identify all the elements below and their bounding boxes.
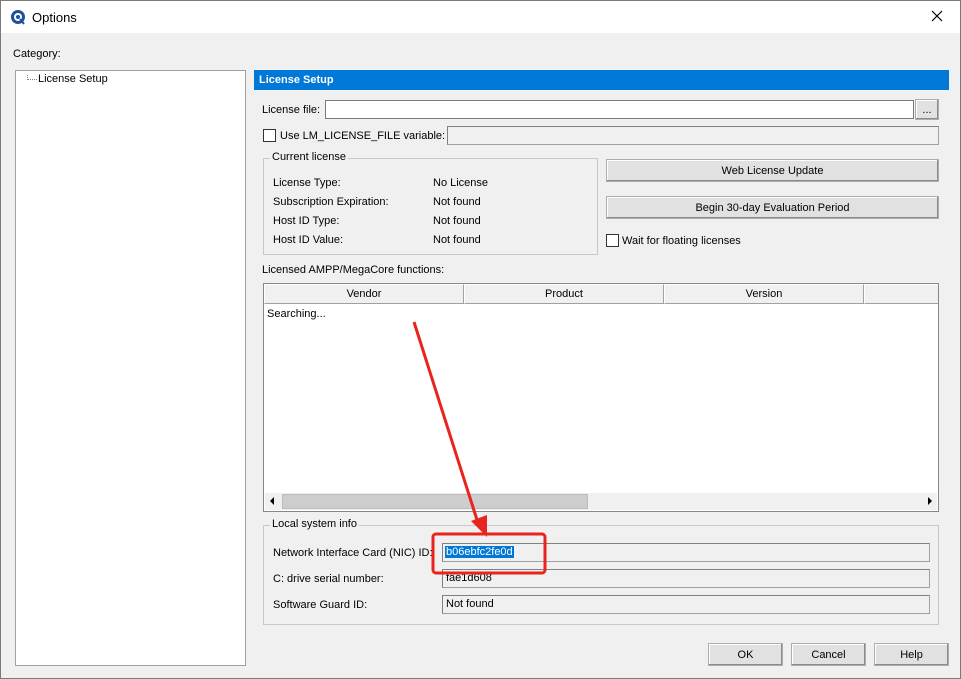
functions-list[interactable]: Vendor Product Version Searching... <box>263 283 939 512</box>
host-id-type-label: Host ID Type: <box>273 215 340 227</box>
panel-header: License Setup <box>254 70 949 90</box>
local-system-info-group: Local system info Network Interface Card… <box>263 518 939 625</box>
software-guard-field[interactable]: Not found <box>442 595 930 614</box>
drive-serial-label: C: drive serial number: <box>273 573 384 585</box>
use-lm-label: Use LM_LICENSE_FILE variable: <box>280 130 446 142</box>
license-setup-panel: License Setup License file: ... Use LM_L… <box>254 70 949 635</box>
software-guard-value: Not found <box>446 598 494 610</box>
tree-item-license-setup[interactable]: License Setup <box>38 73 108 85</box>
window-title: Options <box>32 10 77 25</box>
list-status-text: Searching... <box>267 308 326 320</box>
column-version[interactable]: Version <box>664 284 864 304</box>
wait-floating-checkbox[interactable] <box>606 234 619 247</box>
scroll-right-icon[interactable] <box>925 496 935 509</box>
begin-evaluation-button[interactable]: Begin 30-day Evaluation Period <box>606 196 939 219</box>
title-bar: Options <box>1 1 960 33</box>
quartus-icon <box>10 9 26 25</box>
close-icon <box>931 10 943 25</box>
browse-button[interactable]: ... <box>915 99 939 120</box>
license-file-input[interactable] <box>325 100 914 119</box>
license-type-value: No License <box>433 177 489 189</box>
subscription-expiration-label: Subscription Expiration: <box>273 196 389 208</box>
close-button[interactable] <box>914 1 960 33</box>
local-system-info-legend: Local system info <box>270 518 359 530</box>
functions-label: Licensed AMPP/MegaCore functions: <box>262 264 445 276</box>
column-vendor[interactable]: Vendor <box>264 284 464 304</box>
horizontal-scrollbar[interactable] <box>265 493 937 510</box>
host-id-value-value: Not found <box>433 234 481 246</box>
tree-connector <box>27 75 37 80</box>
license-type-label: License Type: <box>273 177 341 189</box>
nic-id-value: b06ebfc2fe0d <box>445 546 514 558</box>
subscription-expiration-value: Not found <box>433 196 481 208</box>
category-label: Category: <box>13 48 61 60</box>
software-guard-label: Software Guard ID: <box>273 599 368 611</box>
nic-id-label: Network Interface Card (NIC) ID: <box>273 547 433 559</box>
column-extra <box>864 284 938 304</box>
cancel-button[interactable]: Cancel <box>791 643 866 666</box>
lm-license-file-input[interactable] <box>447 126 939 145</box>
help-button[interactable]: Help <box>874 643 949 666</box>
category-tree[interactable]: License Setup <box>15 70 246 666</box>
use-lm-checkbox[interactable] <box>263 129 276 142</box>
host-id-type-value: Not found <box>433 215 481 227</box>
wait-floating-label: Wait for floating licenses <box>622 235 741 247</box>
scroll-left-icon[interactable] <box>267 496 277 509</box>
current-license-group: Current license License Type: No License… <box>263 151 598 255</box>
web-license-update-button[interactable]: Web License Update <box>606 159 939 182</box>
drive-serial-value: fae1d608 <box>446 572 492 584</box>
column-product[interactable]: Product <box>464 284 664 304</box>
options-dialog: Options Category: License Setup License … <box>0 0 961 679</box>
nic-id-field[interactable]: b06ebfc2fe0d <box>442 543 930 562</box>
drive-serial-field[interactable]: fae1d608 <box>442 569 930 588</box>
license-file-label: License file: <box>262 104 321 116</box>
host-id-value-label: Host ID Value: <box>273 234 344 246</box>
scrollbar-thumb[interactable] <box>282 494 588 509</box>
current-license-legend: Current license <box>270 151 348 163</box>
ok-button[interactable]: OK <box>708 643 783 666</box>
